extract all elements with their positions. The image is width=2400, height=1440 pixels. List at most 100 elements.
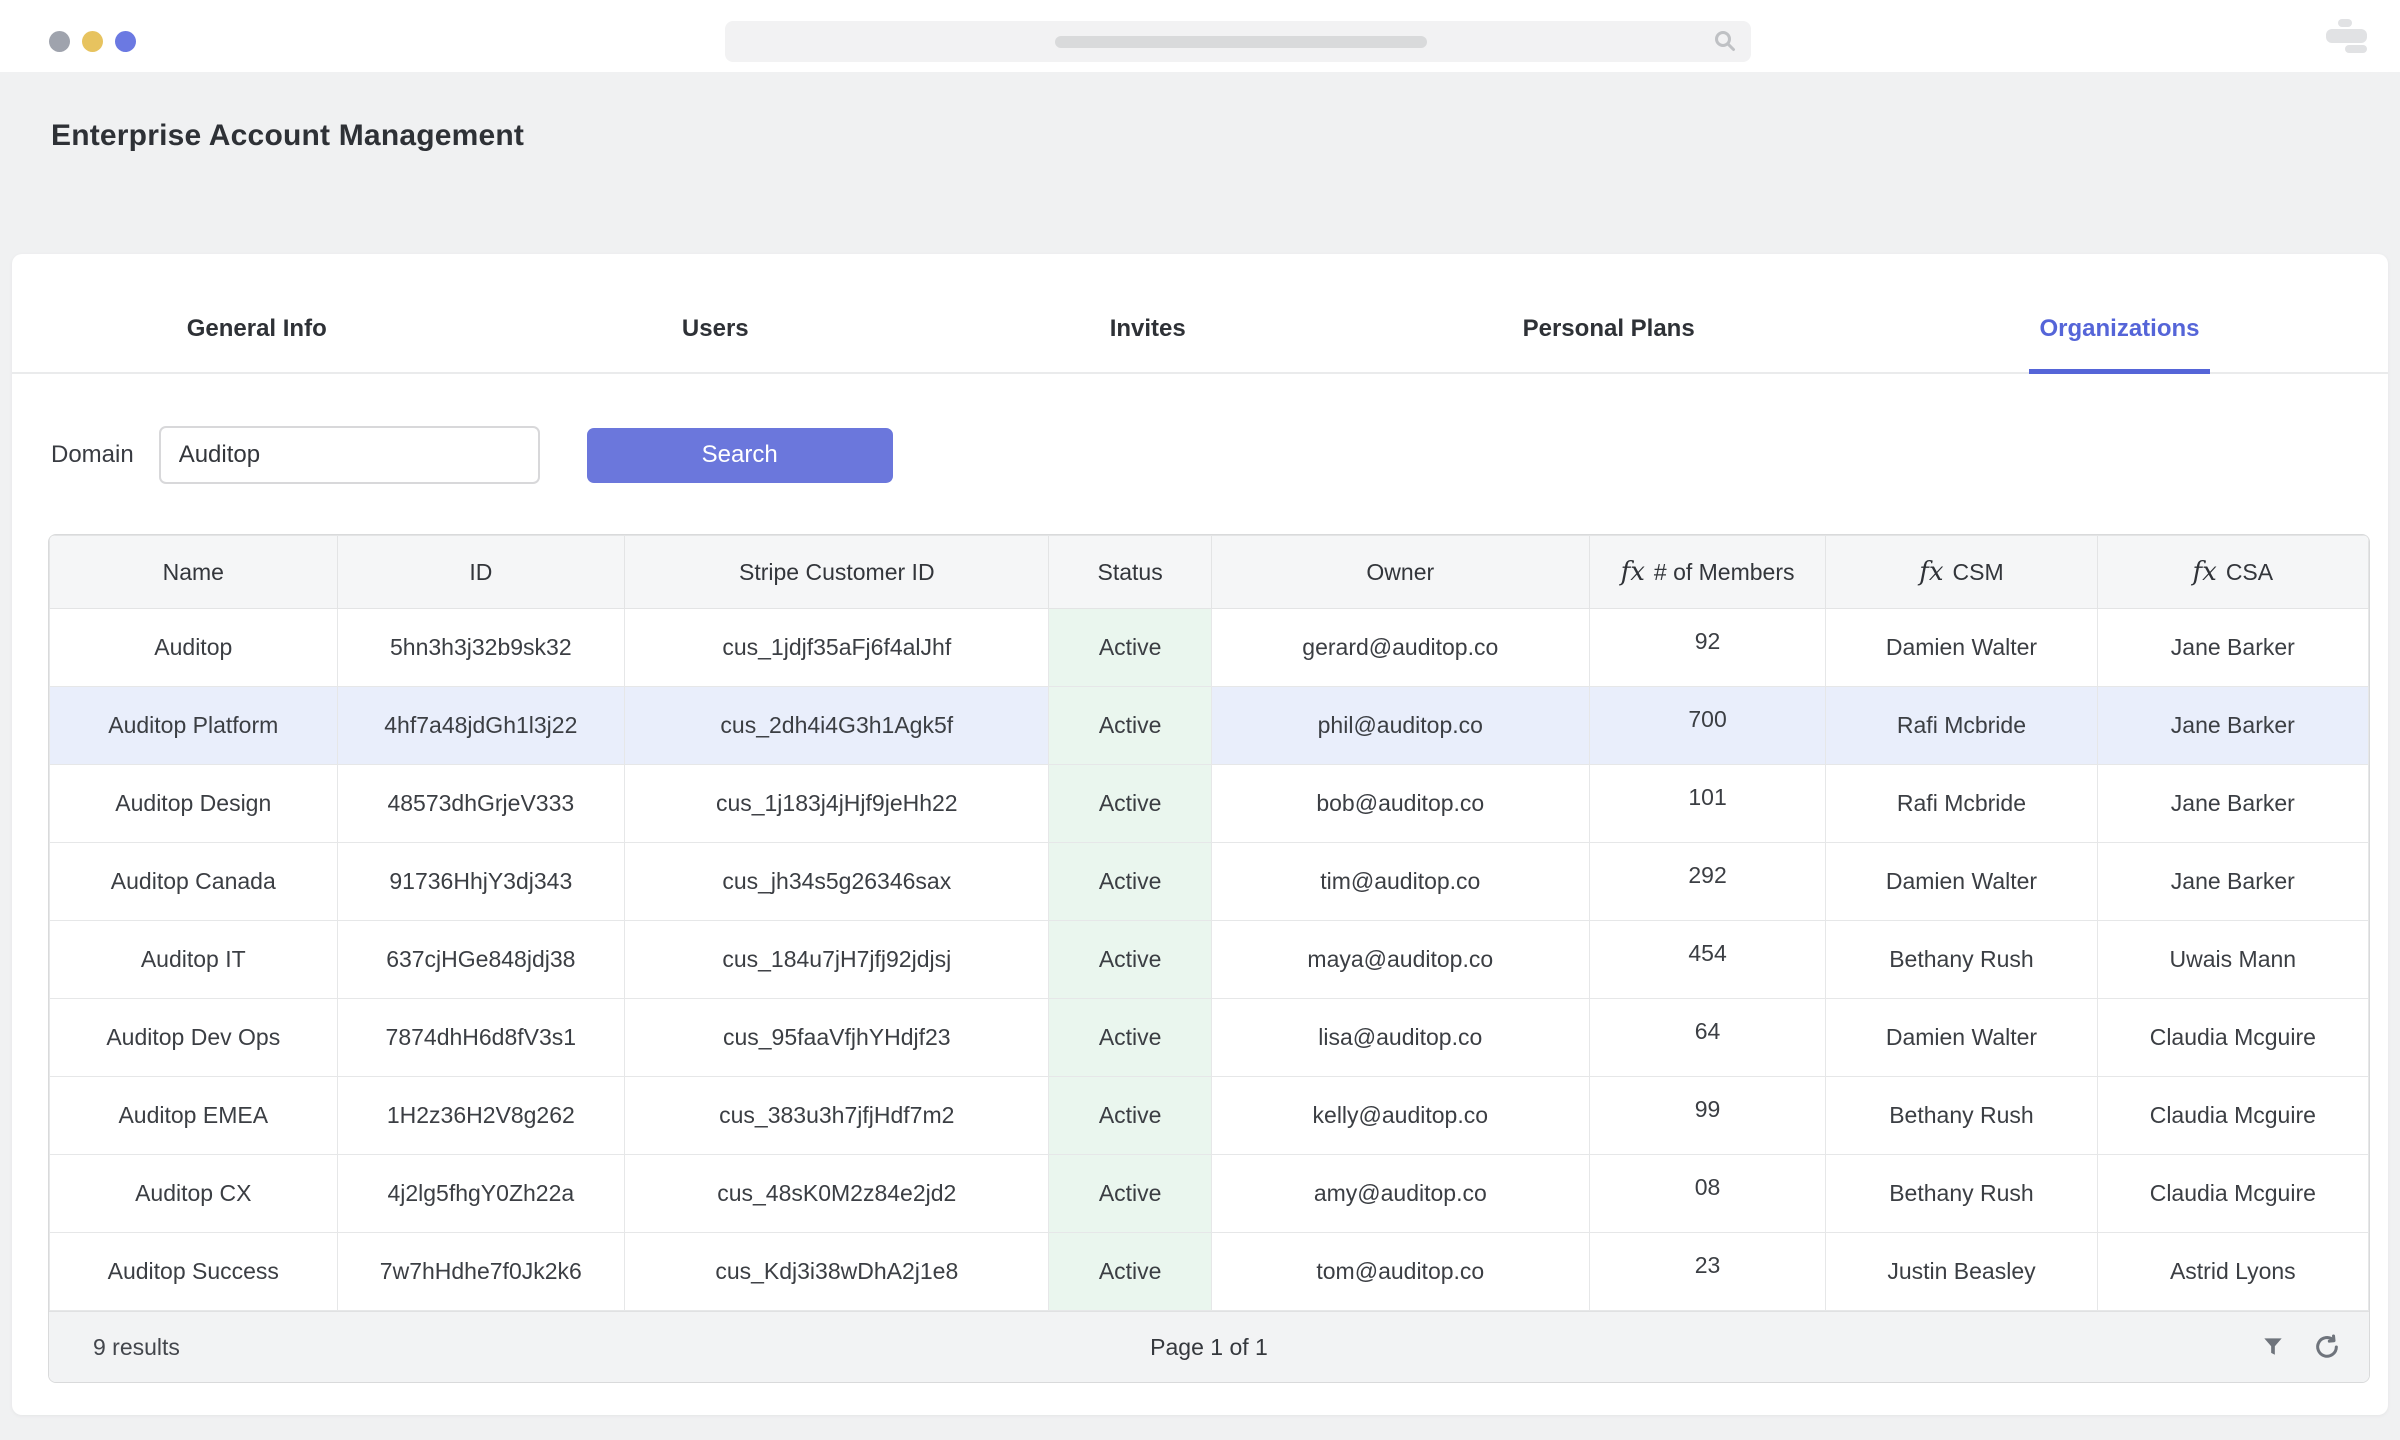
cell-id: 637cjHGe848jdj38	[337, 921, 625, 999]
cell-stripe_id: cus_48sK0M2z84e2jd2	[625, 1155, 1049, 1233]
cell-csm: Damien Walter	[1826, 843, 2097, 921]
domain-input[interactable]	[159, 426, 540, 484]
domain-filter-row: Domain Search	[51, 426, 2388, 484]
cell-stripe_id: cus_184u7jH7jfj92jdjsj	[625, 921, 1049, 999]
cell-status: Active	[1049, 609, 1211, 687]
column-header[interactable]: Stripe Customer ID	[625, 536, 1049, 609]
window-dot-blue[interactable]	[115, 31, 136, 52]
cell-name: Auditop CX	[50, 1155, 338, 1233]
table-row[interactable]: Auditop CX4j2lg5fhgY0Zh22acus_48sK0M2z84…	[50, 1155, 2369, 1233]
cell-id: 48573dhGrjeV333	[337, 765, 625, 843]
cell-status: Active	[1049, 687, 1211, 765]
cell-name: Auditop	[50, 609, 338, 687]
table-row[interactable]: Auditop IT637cjHGe848jdj38cus_184u7jH7jf…	[50, 921, 2369, 999]
cell-members: 64	[1589, 999, 1826, 1077]
cell-members: 23	[1589, 1233, 1826, 1311]
window-dot-yellow[interactable]	[82, 31, 103, 52]
table-header-row: NameIDStripe Customer IDStatusOwnerfx# o…	[50, 536, 2369, 609]
table-row[interactable]: Auditop Design48573dhGrjeV333cus_1j183j4…	[50, 765, 2369, 843]
cell-csa: Claudia Mcguire	[2097, 999, 2368, 1077]
formula-icon: fx	[2193, 557, 2217, 587]
column-header[interactable]: fx# of Members	[1589, 536, 1826, 609]
cell-members: 292	[1589, 843, 1826, 921]
cell-csa: Jane Barker	[2097, 765, 2368, 843]
tab-label: Organizations	[2029, 315, 2209, 374]
cell-owner: gerard@auditop.co	[1211, 609, 1589, 687]
cell-csm: Justin Beasley	[1826, 1233, 2097, 1311]
cell-members: 92	[1589, 609, 1826, 687]
cell-members: 700	[1589, 687, 1826, 765]
cell-members: 454	[1589, 921, 1826, 999]
cell-id: 7w7hHdhe7f0Jk2k6	[337, 1233, 625, 1311]
tab-label: General Info	[177, 315, 337, 374]
table-footer: 9 results Page 1 of 1	[49, 1311, 2369, 1382]
cell-status: Active	[1049, 1077, 1211, 1155]
formula-icon: fx	[1919, 557, 1943, 587]
cell-owner: maya@auditop.co	[1211, 921, 1589, 999]
organizations-table: NameIDStripe Customer IDStatusOwnerfx# o…	[48, 534, 2370, 1383]
table-row[interactable]: Auditop5hn3h3j32b9sk32cus_1jdjf35aFj6f4a…	[50, 609, 2369, 687]
cell-status: Active	[1049, 921, 1211, 999]
window-controls	[49, 31, 136, 52]
cell-csa: Jane Barker	[2097, 609, 2368, 687]
cell-csa: Jane Barker	[2097, 843, 2368, 921]
tab-general-info[interactable]: General Info	[12, 315, 501, 372]
window-menu-icon[interactable]	[2326, 19, 2367, 53]
tab-label: Invites	[1100, 315, 1196, 374]
menu-bar-icon	[2345, 45, 2367, 53]
cell-stripe_id: cus_1j183j4jHjf9jeHh22	[625, 765, 1049, 843]
tab-users[interactable]: Users	[501, 315, 929, 372]
column-header[interactable]: Owner	[1211, 536, 1589, 609]
table-row[interactable]: Auditop EMEA1H2z36H2V8g262cus_383u3h7jfj…	[50, 1077, 2369, 1155]
formula-icon: fx	[1621, 557, 1645, 587]
column-header[interactable]: fxCSA	[2097, 536, 2368, 609]
table-row[interactable]: Auditop Success7w7hHdhe7f0Jk2k6cus_Kdj3i…	[50, 1233, 2369, 1311]
cell-csm: Damien Walter	[1826, 999, 2097, 1077]
column-header[interactable]: fxCSM	[1826, 536, 2097, 609]
cell-name: Auditop Design	[50, 765, 338, 843]
cell-name: Auditop Dev Ops	[50, 999, 338, 1077]
cell-owner: kelly@auditop.co	[1211, 1077, 1589, 1155]
column-header[interactable]: Status	[1049, 536, 1211, 609]
page-indicator: Page 1 of 1	[49, 1334, 2369, 1361]
refresh-icon[interactable]	[2313, 1333, 2341, 1361]
table-row[interactable]: Auditop Platform4hf7a48jdGh1l3j22cus_2dh…	[50, 687, 2369, 765]
search-button[interactable]: Search	[587, 428, 893, 483]
cell-name: Auditop Canada	[50, 843, 338, 921]
cell-id: 7874dhH6d8fV3s1	[337, 999, 625, 1077]
cell-csm: Bethany Rush	[1826, 921, 2097, 999]
cell-status: Active	[1049, 999, 1211, 1077]
cell-csa: Claudia Mcguire	[2097, 1155, 2368, 1233]
cell-owner: phil@auditop.co	[1211, 687, 1589, 765]
cell-owner: bob@auditop.co	[1211, 765, 1589, 843]
cell-csm: Rafi Mcbride	[1826, 765, 2097, 843]
tab-invites[interactable]: Invites	[929, 315, 1366, 372]
cell-name: Auditop IT	[50, 921, 338, 999]
address-bar[interactable]	[725, 21, 1751, 62]
menu-bar-icon	[2326, 29, 2367, 43]
cell-members: 08	[1589, 1155, 1826, 1233]
tab-organizations[interactable]: Organizations	[1851, 315, 2388, 372]
cell-owner: tom@auditop.co	[1211, 1233, 1589, 1311]
filter-icon[interactable]	[2260, 1334, 2286, 1360]
table-row[interactable]: Auditop Dev Ops7874dhH6d8fV3s1cus_95faaV…	[50, 999, 2369, 1077]
column-header[interactable]: Name	[50, 536, 338, 609]
cell-id: 4j2lg5fhgY0Zh22a	[337, 1155, 625, 1233]
results-count: 9 results	[93, 1334, 180, 1361]
cell-id: 4hf7a48jdGh1l3j22	[337, 687, 625, 765]
cell-stripe_id: cus_jh34s5g26346sax	[625, 843, 1049, 921]
window-dot-gray[interactable]	[49, 31, 70, 52]
cell-id: 5hn3h3j32b9sk32	[337, 609, 625, 687]
cell-members: 99	[1589, 1077, 1826, 1155]
cell-owner: amy@auditop.co	[1211, 1155, 1589, 1233]
cell-stripe_id: cus_Kdj3i38wDhA2j1e8	[625, 1233, 1049, 1311]
content-card: General Info Users Invites Personal Plans Or…	[12, 254, 2388, 1415]
cell-stripe_id: cus_95faaVfjhYHdjf23	[625, 999, 1049, 1077]
table-row[interactable]: Auditop Canada91736HhjY3dj343cus_jh34s5g…	[50, 843, 2369, 921]
cell-csa: Uwais Mann	[2097, 921, 2368, 999]
column-header[interactable]: ID	[337, 536, 625, 609]
address-placeholder-pill	[1055, 36, 1427, 48]
cell-csa: Claudia Mcguire	[2097, 1077, 2368, 1155]
tab-personal-plans[interactable]: Personal Plans	[1366, 315, 1851, 372]
cell-csm: Bethany Rush	[1826, 1077, 2097, 1155]
